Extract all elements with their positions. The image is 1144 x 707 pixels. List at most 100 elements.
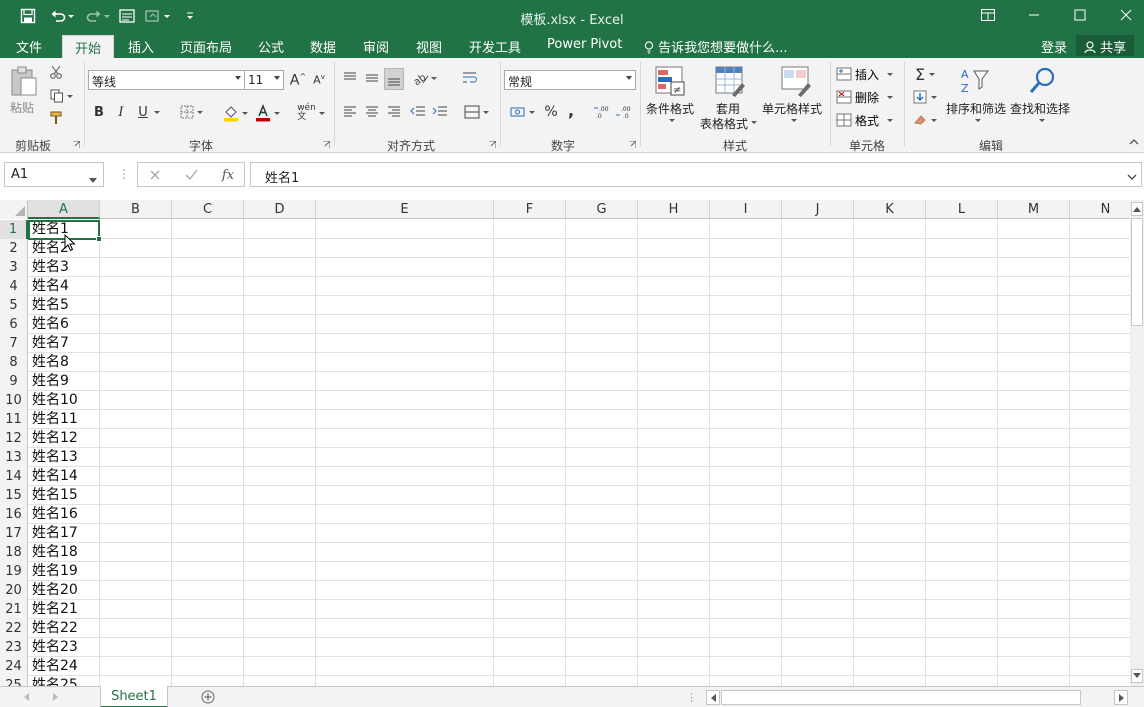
column-header[interactable]: D [244,200,316,219]
delete-cells-button[interactable]: 删除 [836,87,898,107]
conditional-format-label[interactable]: 条件格式 [646,100,694,117]
font-shrink-icon[interactable]: Av [310,70,328,90]
cell-styles-icon[interactable] [778,64,814,98]
scroll-down-icon[interactable] [1131,669,1143,683]
tab-page-layout[interactable]: 页面布局 [180,37,232,56]
row-header[interactable]: 5 [0,296,28,315]
accounting-format-icon[interactable] [506,102,538,122]
increase-decimal-icon[interactable]: .00.0 [592,102,612,122]
row-header[interactable]: 11 [0,410,28,429]
row-header[interactable]: 16 [0,505,28,524]
row-header[interactable]: 19 [0,562,28,581]
row-header[interactable]: 4 [0,277,28,296]
tab-power-pivot[interactable]: Power Pivot [547,37,622,52]
tab-home[interactable]: 开始 [62,35,115,58]
decrease-indent-icon[interactable] [408,102,428,122]
align-bottom-icon[interactable] [384,68,404,90]
cell-a[interactable]: 姓名5 [32,296,69,315]
add-sheet-icon[interactable] [200,689,216,705]
login-link[interactable]: 登录 [1041,37,1067,56]
tab-split-grip-icon[interactable]: ⋮ [686,691,697,704]
row-header[interactable]: 2 [0,239,28,258]
column-header[interactable]: E [316,200,494,219]
bold-button[interactable]: B [90,102,108,122]
ribbon-display-icon[interactable] [976,4,1000,26]
row-header[interactable]: 21 [0,600,28,619]
cancel-entry-icon[interactable] [146,166,164,184]
find-select-icon[interactable] [1024,64,1060,98]
cell-a[interactable]: 姓名17 [32,524,78,543]
cell-a[interactable]: 姓名7 [32,334,69,353]
number-launcher-icon[interactable] [628,140,636,148]
font-color-icon[interactable] [252,102,282,124]
cell-a[interactable]: 姓名20 [32,581,78,600]
conditional-format-icon[interactable]: ≠ [652,64,688,98]
column-header[interactable]: A [28,200,100,219]
orientation-icon[interactable]: ab [410,68,440,88]
row-header[interactable]: 13 [0,448,28,467]
decrease-decimal-icon[interactable]: .00.0 [614,102,634,122]
cell-a[interactable]: 姓名6 [32,315,69,334]
expand-formula-bar-icon[interactable] [1127,170,1137,185]
row-header[interactable]: 12 [0,429,28,448]
merge-center-icon[interactable] [460,102,492,122]
cell-a[interactable]: 姓名12 [32,429,78,448]
sort-filter-dropdown-icon[interactable] [974,116,982,124]
cell-a[interactable]: 姓名15 [32,486,78,505]
select-all-corner[interactable] [0,200,28,219]
insert-function-button[interactable]: fx [218,166,238,184]
format-cells-button[interactable]: 格式 [836,110,898,130]
font-grow-icon[interactable]: A^ [289,70,307,90]
tab-data[interactable]: 数据 [310,37,336,56]
underline-button[interactable]: U [134,102,152,122]
scroll-up-icon[interactable] [1131,202,1143,216]
number-format-combo[interactable]: 常规 [504,70,636,90]
fill-icon[interactable] [910,87,940,107]
cell-a[interactable]: 姓名8 [32,353,69,372]
clipboard-launcher-icon[interactable] [72,140,80,148]
worksheet-grid[interactable]: 1 姓名1 2 姓名2 3 姓名3 4 姓名4 5 姓名5 6 姓名6 7 姓名7 8 姓名8 … [0,200,1130,686]
sort-filter-icon[interactable]: AZ [956,64,992,98]
column-header[interactable]: H [638,200,710,219]
phonetic-guide-icon[interactable]: wén 文 [296,102,326,124]
cell-a[interactable]: 姓名18 [32,543,78,562]
cell-a[interactable]: 姓名24 [32,657,78,676]
column-header[interactable]: B [100,200,172,219]
row-header[interactable]: 9 [0,372,28,391]
row-header[interactable]: 1 [0,220,28,239]
row-header[interactable]: 15 [0,486,28,505]
tab-developer[interactable]: 开发工具 [469,37,521,56]
font-launcher-icon[interactable] [322,140,330,148]
name-box-dropdown-icon[interactable] [89,172,97,187]
cell-a[interactable]: 姓名22 [32,619,78,638]
row-header[interactable]: 24 [0,657,28,676]
column-header[interactable]: G [566,200,638,219]
align-right-icon[interactable] [384,102,404,122]
comma-style-button[interactable]: , [564,100,578,120]
align-top-icon[interactable] [340,68,360,88]
row-header[interactable]: 3 [0,258,28,277]
sheet-tab[interactable]: Sheet1 [100,686,168,707]
increase-indent-icon[interactable] [430,102,450,122]
cell-a[interactable]: 姓名9 [32,372,69,391]
row-header[interactable]: 6 [0,315,28,334]
horizontal-scroll-thumb[interactable] [721,690,1081,705]
cell-a[interactable]: 姓名14 [32,467,78,486]
tab-view[interactable]: 视图 [416,37,442,56]
align-center-icon[interactable] [362,102,382,122]
format-table-dropdown-icon[interactable] [750,118,758,126]
column-header[interactable]: I [710,200,782,219]
percent-style-button[interactable]: % [542,102,560,122]
row-header[interactable]: 8 [0,353,28,372]
sheet-prev-icon[interactable] [20,691,32,703]
borders-icon[interactable] [176,102,206,122]
cell-styles-label[interactable]: 单元格样式 [762,100,822,117]
column-header[interactable]: J [782,200,854,219]
row-header[interactable]: 22 [0,619,28,638]
align-middle-icon[interactable] [362,68,382,88]
scroll-right-icon[interactable] [1114,690,1128,705]
cut-icon[interactable] [46,62,66,82]
tab-file[interactable]: 文件 [16,37,42,56]
clear-icon[interactable] [910,110,940,130]
maximize-icon[interactable] [1068,4,1092,26]
